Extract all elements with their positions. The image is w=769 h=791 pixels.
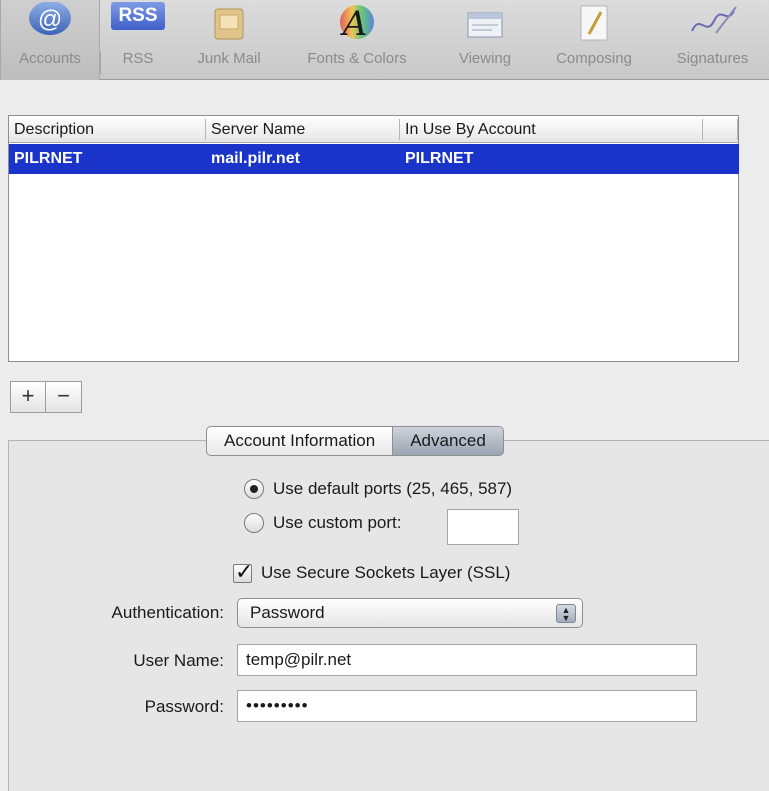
ssl-label: Use Secure Sockets Layer (SSL) [261,563,511,582]
default-ports-option[interactable]: Use default ports (25, 465, 587) [244,479,512,499]
user-name-field[interactable]: temp@pilr.net [237,644,697,676]
signatures-icon [685,0,741,46]
custom-port-label: Use custom port: [273,513,402,532]
ssl-option[interactable]: ✓ Use Secure Sockets Layer (SSL) [233,559,511,584]
table-header: Description Server Name In Use By Accoun… [9,116,738,143]
toolbar-item-rss[interactable]: RSS RSS [108,0,168,80]
tab-account-information[interactable]: Account Information [206,426,394,456]
column-header-in-use-by-account[interactable]: In Use By Account [400,116,536,143]
rss-icon: RSS [110,0,166,46]
ssl-checkbox[interactable]: ✓ [233,559,253,584]
add-account-button[interactable]: + [10,381,46,413]
toolbar-label-fonts-colors: Fonts & Colors [307,50,407,67]
svg-text:@: @ [38,6,62,33]
toolbar-item-accounts[interactable]: @ Accounts [0,0,100,80]
custom-port-radio[interactable] [244,513,264,533]
checkmark-icon: ✓ [235,558,254,584]
toolbar-label-viewing: Viewing [458,50,512,67]
add-remove-buttons: + − [10,381,82,413]
preferences-toolbar: @ Accounts RSS RSS Junk Mail A Fonts & C [0,0,769,80]
toolbar-label-accounts: Accounts [19,50,81,67]
user-name-label: User Name: [133,651,224,670]
column-header-description[interactable]: Description [9,116,94,143]
cell-in-use-by-account: PILRNET [405,150,474,167]
column-divider [737,119,738,140]
toolbar-separator [100,52,101,74]
at-sign-icon: @ [22,0,78,46]
password-label: Password: [144,697,224,716]
composing-icon [566,0,622,46]
toolbar-label-rss: RSS [122,50,154,67]
authentication-value: Password [250,603,325,622]
custom-port-input[interactable] [447,509,519,545]
svg-text:A: A [340,4,368,44]
toolbar-label-junk-mail: Junk Mail [197,50,261,67]
fonts-colors-icon: A [329,0,385,46]
rss-badge: RSS [111,2,165,30]
tab-advanced[interactable]: Advanced [393,426,504,456]
tab-bar: Account Information Advanced [206,426,504,456]
column-header-server-name[interactable]: Server Name [206,116,305,143]
toolbar-item-composing[interactable]: Composing [536,0,652,80]
table-row[interactable]: PILRNET mail.pilr.net PILRNET [9,144,739,174]
default-ports-radio[interactable] [244,479,264,499]
junk-mail-icon [201,0,257,46]
remove-account-button[interactable]: − [46,381,82,413]
cell-server-name: mail.pilr.net [211,150,300,167]
authentication-label: Authentication: [111,603,224,622]
toolbar-label-composing: Composing [556,50,632,67]
custom-port-option[interactable]: Use custom port: [244,513,402,533]
toolbar-label-signatures: Signatures [676,50,749,67]
accounts-table: Description Server Name In Use By Accoun… [8,115,739,362]
default-ports-label: Use default ports (25, 465, 587) [273,479,513,498]
viewing-icon [457,0,513,46]
toolbar-item-fonts-colors[interactable]: A Fonts & Colors [282,0,432,80]
password-field[interactable]: ••••••••• [237,690,697,722]
cell-description: PILRNET [14,150,83,167]
column-divider [702,119,703,140]
authentication-select[interactable]: Password ▲ ▼ [237,598,583,628]
up-down-arrows-icon: ▲ ▼ [556,604,576,623]
toolbar-item-signatures[interactable]: Signatures [660,0,765,80]
toolbar-item-viewing[interactable]: Viewing [444,0,526,80]
toolbar-item-junk-mail[interactable]: Junk Mail [183,0,275,80]
